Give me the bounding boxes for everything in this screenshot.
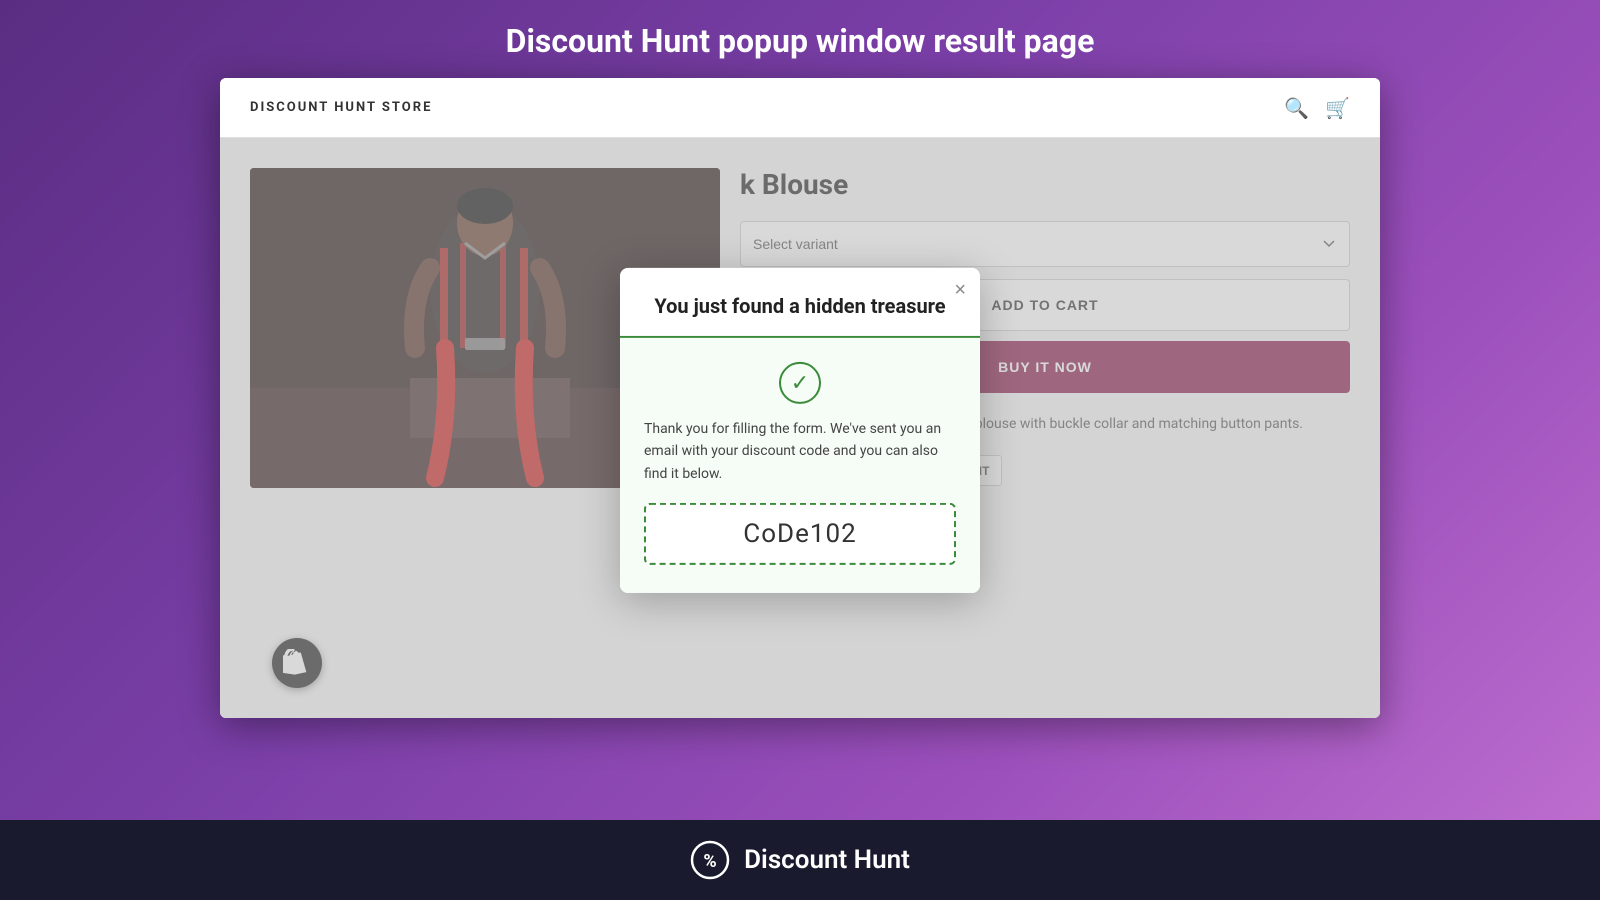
footer-discount-icon: % [690,840,730,880]
store-logo: DISCOUNT HUNT STORE [250,100,432,115]
coupon-code: CoDe102 [743,519,856,549]
header-icons: 🔍 🛒 [1284,96,1350,120]
footer-brand-name: Discount Hunt [744,845,910,875]
success-check-icon: ✓ [779,362,821,404]
checkmark-symbol: ✓ [791,370,809,395]
discount-modal: × You just found a hidden treasure ✓ Tha… [620,268,980,593]
page-footer: % Discount Hunt [0,820,1600,900]
svg-text:%: % [703,851,716,872]
search-icon[interactable]: 🔍 [1284,96,1309,120]
modal-close-button[interactable]: × [954,280,966,300]
page-title-bar: Discount Hunt popup window result page [0,0,1600,78]
modal-title: You just found a hidden treasure [650,292,950,320]
coupon-code-box: CoDe102 [644,503,956,565]
store-window: DISCOUNT HUNT STORE 🔍 🛒 [220,78,1380,718]
store-header: DISCOUNT HUNT STORE 🔍 🛒 [220,78,1380,138]
modal-check-area: ✓ [644,362,956,404]
discount-tag-icon: % [690,840,730,880]
modal-header: You just found a hidden treasure [620,268,980,338]
page-title: Discount Hunt popup window result page [0,22,1600,60]
cart-icon[interactable]: 🛒 [1325,96,1350,120]
modal-body: ✓ Thank you for filling the form. We've … [620,338,980,593]
modal-message: Thank you for filling the form. We've se… [644,418,956,485]
